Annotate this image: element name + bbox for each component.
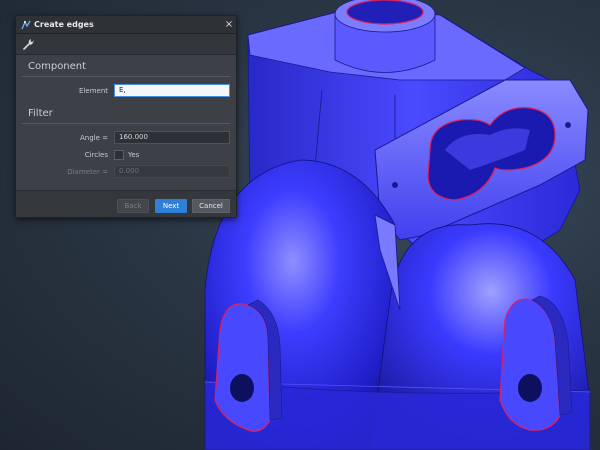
close-icon[interactable]: ×	[222, 19, 236, 30]
mounting-lug-left	[214, 303, 271, 432]
flange-bolt-hole	[392, 182, 398, 188]
edge-tool-icon	[21, 19, 31, 29]
element-row: Element E,	[16, 83, 236, 98]
back-button[interactable]: Back	[117, 199, 149, 213]
diameter-row: Diameter = 0.000	[16, 164, 236, 179]
section-divider	[22, 76, 230, 77]
circles-option-label[interactable]: Yes	[128, 151, 139, 159]
flange-bolt-hole	[565, 122, 571, 128]
diameter-input: 0.000	[114, 165, 230, 178]
diameter-label: Diameter =	[67, 167, 108, 176]
angle-input[interactable]: 160.000	[114, 131, 230, 144]
next-button[interactable]: Next	[155, 199, 187, 213]
lug-hole-right	[518, 374, 542, 402]
section-divider	[22, 123, 230, 124]
pipe-opening	[346, 0, 424, 25]
dialog-content: Component Element E, Filter Angle = 160.…	[16, 55, 236, 179]
angle-row: Angle = 160.000	[16, 130, 236, 145]
filter-section-heading: Filter	[28, 108, 53, 119]
dialog-titlebar[interactable]: Create edges ×	[16, 16, 236, 34]
dialog-title: Create edges	[34, 20, 94, 29]
lug-hole-left	[230, 374, 254, 402]
circles-row: Circles Yes	[16, 147, 236, 162]
element-input[interactable]: E,	[114, 84, 230, 97]
angle-label: Angle =	[79, 133, 108, 142]
dialog-footer: Back Next Cancel	[16, 190, 236, 217]
element-label: Element	[79, 86, 108, 95]
circles-checkbox[interactable]	[114, 149, 124, 160]
circles-label: Circles	[84, 150, 108, 159]
create-edges-dialog: Create edges × Component Element E, Filt…	[15, 15, 237, 218]
wrench-icon[interactable]	[21, 37, 35, 51]
component-section-heading: Component	[28, 61, 87, 72]
cancel-button[interactable]: Cancel	[192, 199, 230, 213]
dialog-toolbar	[16, 34, 236, 55]
